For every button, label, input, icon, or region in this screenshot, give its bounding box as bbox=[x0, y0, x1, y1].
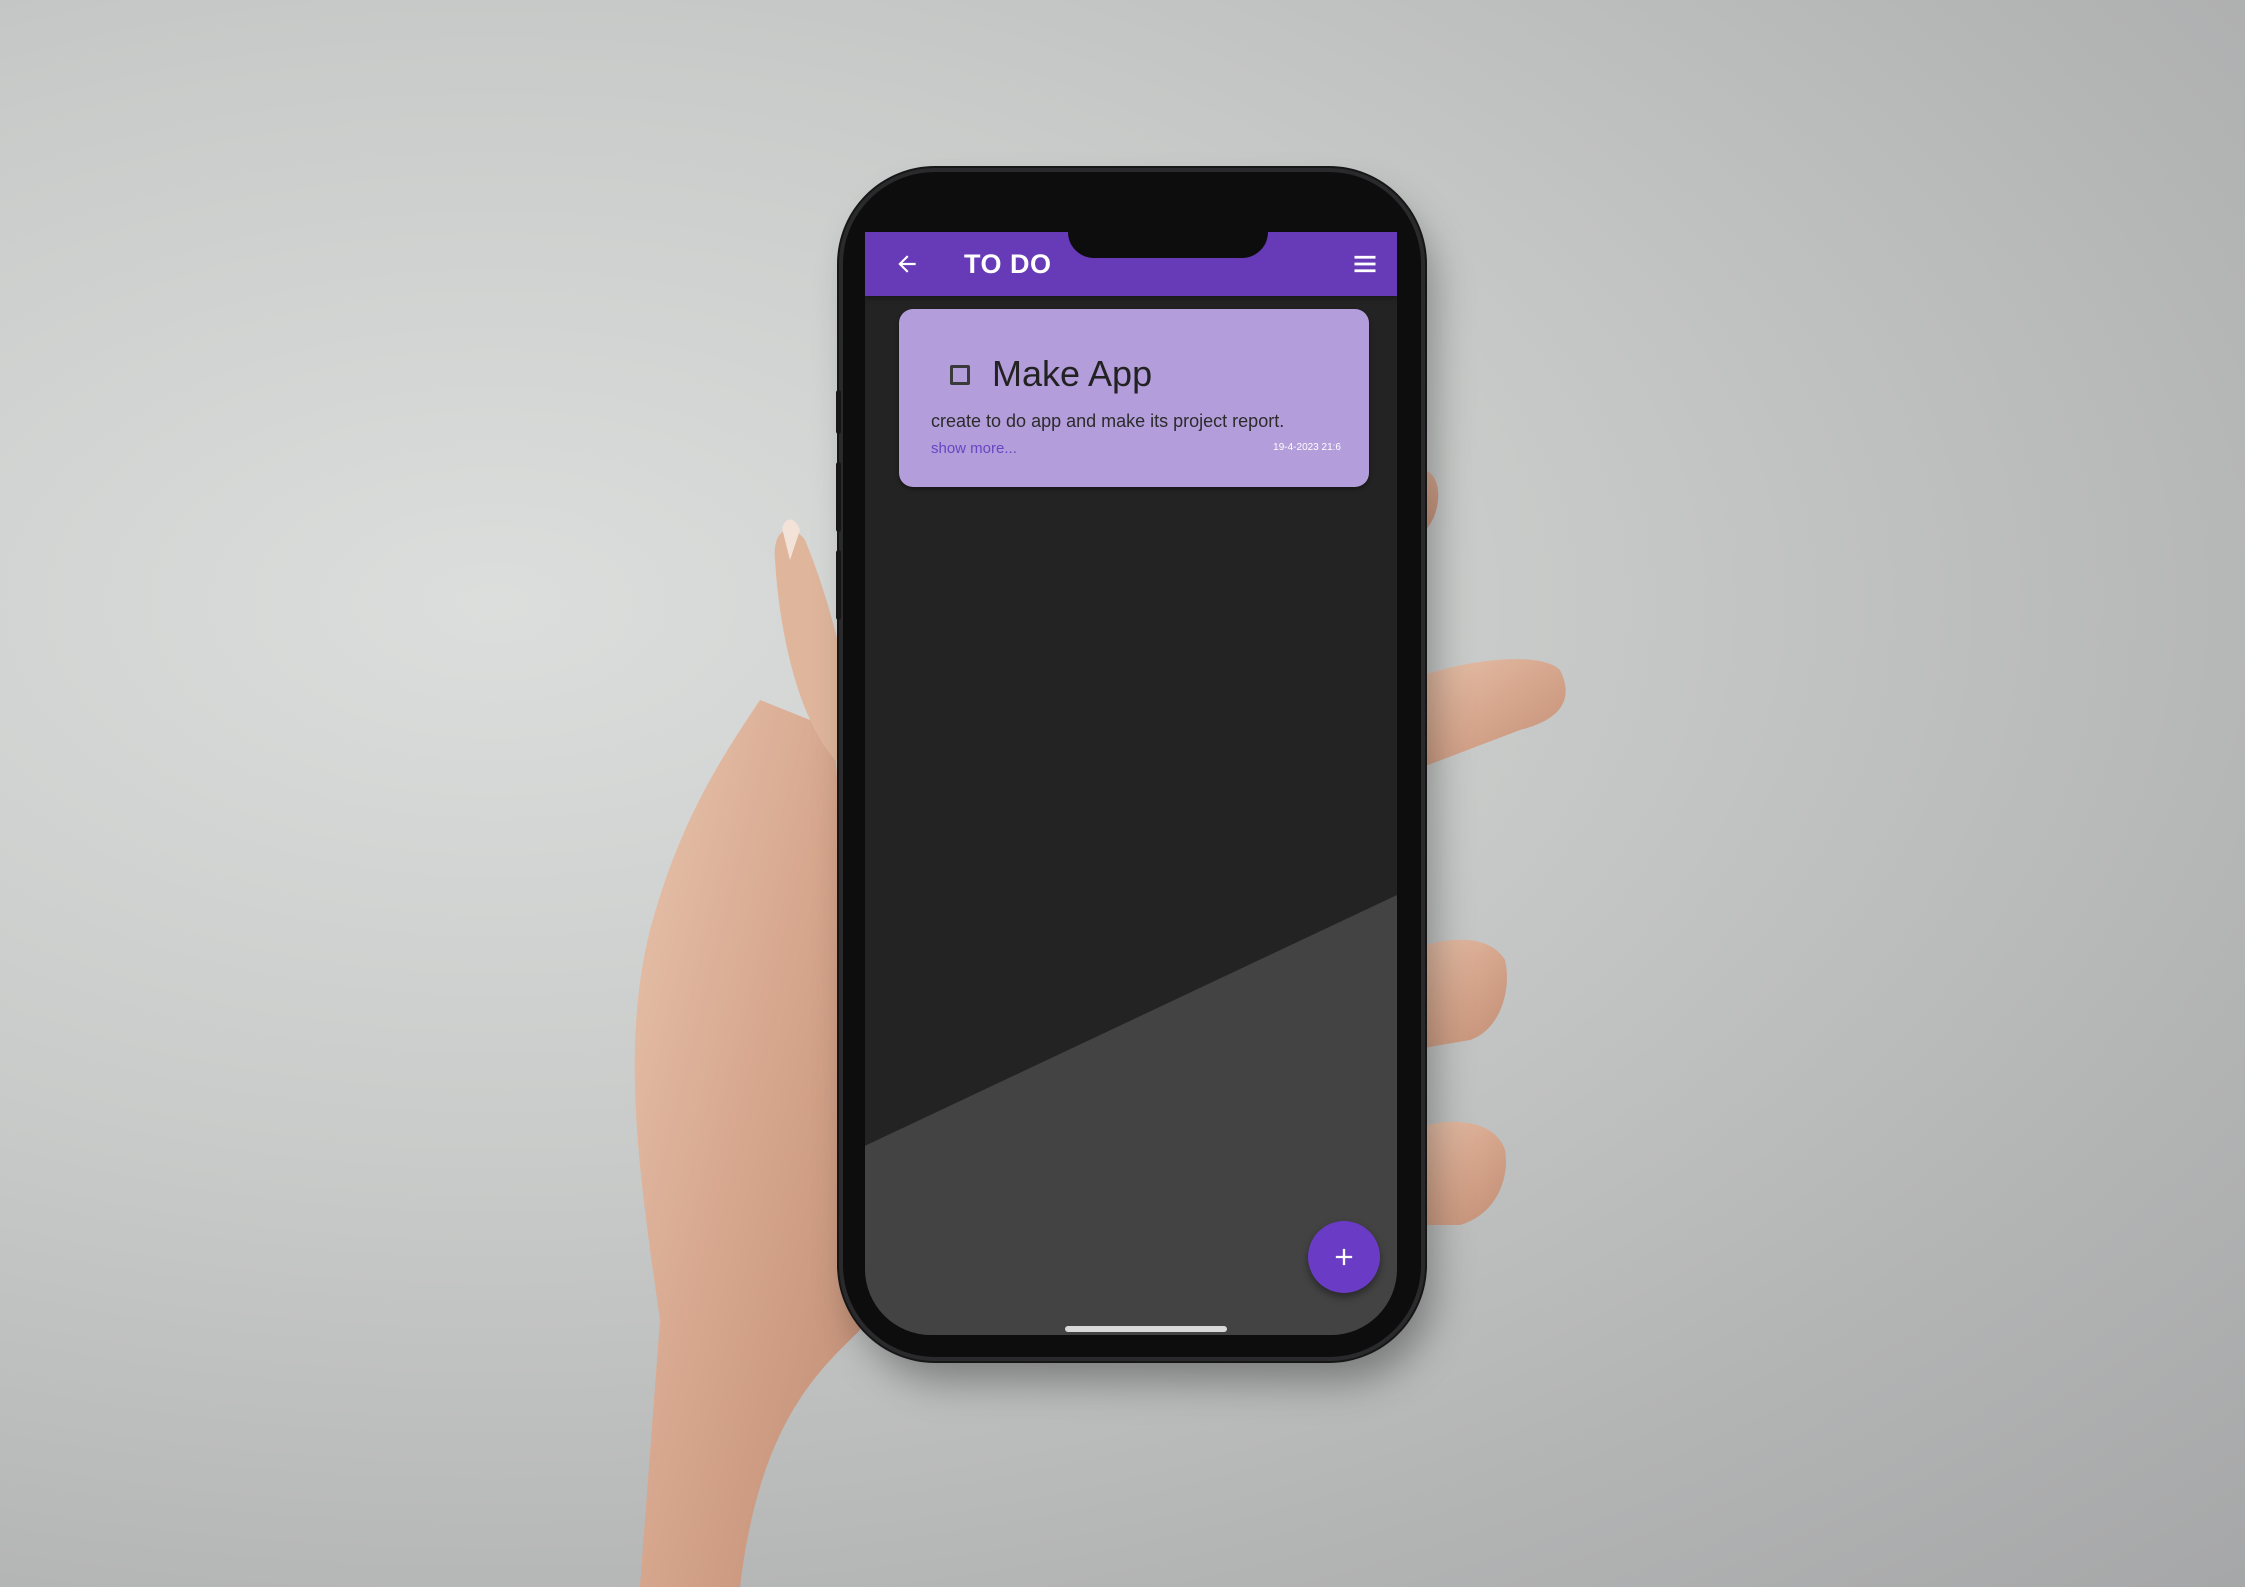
plus-icon bbox=[1335, 1248, 1353, 1266]
show-more-link[interactable]: show more... bbox=[931, 440, 1017, 457]
back-button[interactable] bbox=[885, 242, 929, 286]
phone-device: TO DO Make App create to do app and make… bbox=[836, 172, 1421, 1357]
phone-volume-button bbox=[836, 550, 841, 620]
task-card[interactable]: Make App create to do app and make its p… bbox=[899, 309, 1369, 487]
arrow-back-icon bbox=[898, 255, 916, 273]
task-checkbox[interactable] bbox=[950, 365, 970, 385]
menu-button[interactable] bbox=[1343, 242, 1387, 286]
home-indicator bbox=[1065, 1326, 1227, 1332]
photo-scene: TO DO Make App create to do app and make… bbox=[0, 0, 2245, 1587]
add-task-button[interactable] bbox=[1308, 1221, 1380, 1293]
app-screen: TO DO Make App create to do app and make… bbox=[865, 232, 1397, 1335]
app-title: TO DO bbox=[964, 248, 1052, 279]
phone-notch bbox=[1068, 230, 1268, 258]
task-date: 19-4-2023 21:6 bbox=[1273, 442, 1341, 453]
phone-volume-button bbox=[836, 462, 841, 532]
hamburger-menu-icon bbox=[1354, 255, 1376, 273]
task-description: create to do app and make its project re… bbox=[931, 411, 1285, 431]
task-title: Make App bbox=[992, 353, 1153, 394]
phone-side-button bbox=[836, 390, 841, 434]
